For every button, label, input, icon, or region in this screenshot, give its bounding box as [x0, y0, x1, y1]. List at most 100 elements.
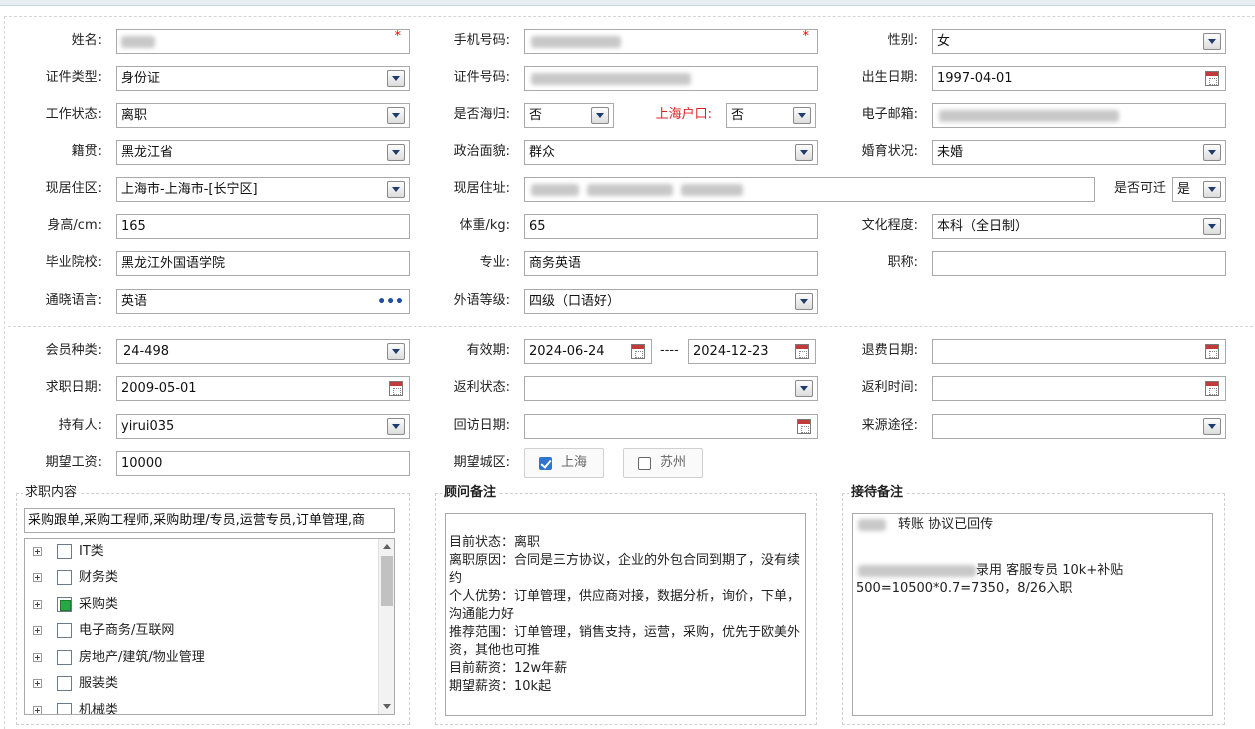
calendar-icon[interactable]: [389, 381, 403, 396]
chevron-down-icon[interactable]: [387, 144, 405, 161]
returnee-select[interactable]: 否: [524, 103, 614, 128]
calendar-icon[interactable]: [1205, 71, 1219, 86]
calendar-icon[interactable]: [795, 344, 809, 359]
chevron-down-icon[interactable]: [795, 380, 813, 397]
checkbox-icon[interactable]: [57, 676, 72, 691]
reception-notes-textarea[interactable]: 转账 协议已回传 录用 客服专员 10k+补贴 500=10500*0.7=73…: [852, 513, 1213, 716]
phone-label: 手机号码:: [453, 33, 510, 48]
chevron-down-icon[interactable]: [387, 107, 405, 124]
height-value: 165: [121, 219, 146, 234]
chevron-down-icon[interactable]: [387, 181, 405, 198]
weight-input[interactable]: 65: [524, 214, 818, 239]
expand-icon[interactable]: [33, 600, 42, 609]
chevron-down-icon[interactable]: [591, 107, 609, 124]
chevron-down-icon[interactable]: [1203, 144, 1221, 161]
salary-input[interactable]: 10000: [116, 451, 410, 476]
expand-icon[interactable]: [33, 653, 42, 662]
email-label: 电子邮箱:: [861, 107, 918, 122]
gender-select[interactable]: 女: [932, 29, 1226, 54]
note-line: 目前状态：离职: [449, 535, 541, 550]
checkbox-checked-icon[interactable]: [57, 597, 72, 612]
phone-input[interactable]: *: [524, 29, 818, 54]
major-value: 商务英语: [529, 256, 582, 271]
language-input[interactable]: 英语 •••: [116, 289, 410, 314]
scroll-down-icon[interactable]: [383, 704, 391, 709]
advisor-notes-textarea[interactable]: 目前状态：离职 离职原因：合同是三方协议，企业的外包合同到期了，没有续约 个人优…: [445, 513, 806, 716]
expand-icon[interactable]: [33, 626, 42, 635]
scroll-up-icon[interactable]: [383, 544, 391, 549]
rebate-time-input[interactable]: [932, 376, 1226, 401]
calendar-icon[interactable]: [797, 419, 811, 434]
chevron-down-icon[interactable]: [1203, 181, 1221, 198]
calendar-icon[interactable]: [1205, 381, 1219, 396]
job-content-summary[interactable]: 采购跟单,采购工程师,采购助理/专员,运营专员,订单管理,商: [24, 508, 395, 533]
marital-value: 未婚: [937, 145, 964, 160]
chevron-down-icon[interactable]: [387, 70, 405, 87]
calendar-icon[interactable]: [631, 344, 645, 359]
city-option-suzhou[interactable]: 苏州: [623, 448, 703, 478]
work-status-select[interactable]: 离职: [116, 103, 410, 128]
checkbox-icon[interactable]: [57, 570, 72, 585]
education-select[interactable]: 本科（全日制）: [932, 214, 1226, 239]
job-date-input[interactable]: 2009-05-01: [116, 376, 410, 401]
checkbox-icon[interactable]: [57, 544, 72, 559]
checkbox-icon[interactable]: [57, 623, 72, 638]
expand-icon[interactable]: [33, 706, 42, 714]
valid-from-input[interactable]: 2024-06-24: [524, 339, 652, 364]
chevron-down-icon[interactable]: [795, 293, 813, 310]
relocate-select[interactable]: 是: [1172, 177, 1226, 202]
member-type-select[interactable]: 24-498: [116, 339, 410, 364]
scroll-thumb[interactable]: [381, 556, 393, 606]
checkbox-icon[interactable]: [57, 703, 72, 714]
chevron-down-icon[interactable]: [795, 144, 813, 161]
checkbox-icon[interactable]: [57, 650, 72, 665]
school-input[interactable]: 黑龙江外国语学院: [116, 251, 410, 276]
valid-label: 有效期:: [466, 343, 510, 358]
political-select[interactable]: 群众: [524, 140, 818, 165]
expand-icon[interactable]: [33, 573, 42, 582]
rebate-status-select[interactable]: [524, 376, 818, 401]
chevron-down-icon[interactable]: [387, 343, 405, 360]
title-input[interactable]: [932, 251, 1226, 276]
native-select[interactable]: 黑龙江省: [116, 140, 410, 165]
visit-date-input[interactable]: [524, 414, 818, 439]
chevron-down-icon[interactable]: [1203, 418, 1221, 435]
chevron-down-icon[interactable]: [793, 107, 811, 124]
height-input[interactable]: 165: [116, 214, 410, 239]
job-category-tree[interactable]: IT类 财务类 采购类 电子商务/互联网 房地产/建筑/物业管理 服装类 机械类: [24, 538, 395, 715]
tree-scrollbar[interactable]: [378, 539, 394, 714]
city-option-shanghai[interactable]: 上海: [524, 448, 604, 478]
city-name: 上海: [561, 455, 588, 470]
name-input[interactable]: *: [116, 29, 410, 54]
email-input[interactable]: [932, 103, 1226, 128]
checkbox-checked-icon[interactable]: [539, 457, 552, 470]
chevron-down-icon[interactable]: [387, 418, 405, 435]
marital-select[interactable]: 未婚: [932, 140, 1226, 165]
valid-to-input[interactable]: 2024-12-23: [688, 339, 816, 364]
id-type-select[interactable]: 身份证: [116, 66, 410, 91]
birth-date-input[interactable]: 1997-04-01: [932, 66, 1226, 91]
id-no-input[interactable]: [524, 66, 818, 91]
political-label: 政治面貌:: [453, 144, 510, 159]
native-label: 籍贯:: [71, 144, 102, 159]
more-icon[interactable]: •••: [377, 292, 404, 312]
chevron-down-icon[interactable]: [1203, 33, 1221, 50]
rebate-status-label: 返利状态:: [453, 380, 510, 395]
expand-icon[interactable]: [33, 547, 42, 556]
lang-level-label: 外语等级:: [453, 293, 510, 308]
member-type-label: 会员种类:: [45, 343, 102, 358]
expand-icon[interactable]: [33, 679, 42, 688]
lang-level-select[interactable]: 四级（口语好）: [524, 289, 818, 314]
holder-select[interactable]: yirui035: [116, 414, 410, 439]
refund-date-input[interactable]: [932, 339, 1226, 364]
district-select[interactable]: 上海市-上海市-[长宁区]: [116, 177, 410, 202]
address-input[interactable]: [524, 177, 1095, 202]
source-select[interactable]: [932, 414, 1226, 439]
calendar-icon[interactable]: [1205, 344, 1219, 359]
hukou-select[interactable]: 否: [726, 103, 816, 128]
major-input[interactable]: 商务英语: [524, 251, 818, 276]
city-label: 期望城区:: [453, 455, 510, 470]
redacted-phone: [531, 36, 621, 48]
checkbox-unchecked-icon[interactable]: [638, 457, 651, 470]
chevron-down-icon[interactable]: [1203, 218, 1221, 235]
